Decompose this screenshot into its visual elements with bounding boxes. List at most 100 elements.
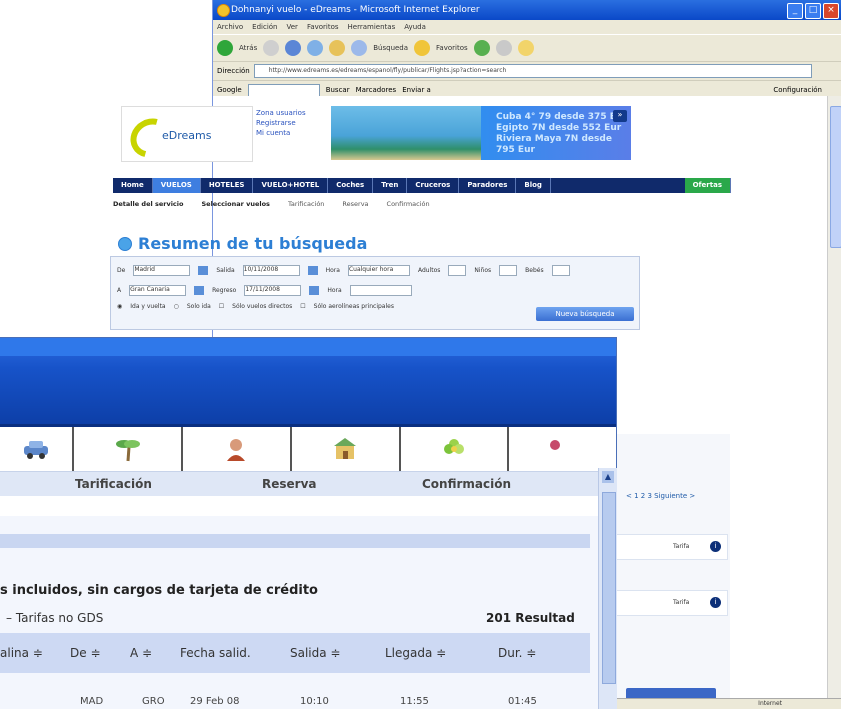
cell-duration: 01:45 [508, 696, 537, 707]
refresh-icon[interactable] [307, 40, 324, 56]
folder-icon[interactable] [517, 40, 534, 56]
nav-vuelo-hotel[interactable]: VUELO+HOTEL [253, 178, 329, 193]
col-duration[interactable]: Dur. ≑ [498, 646, 536, 660]
bullet-icon [118, 236, 132, 251]
results-scroll-thumb[interactable] [602, 492, 616, 684]
google-item-marcadores[interactable]: Marcadores [356, 86, 397, 94]
tab-spa[interactable] [183, 427, 292, 471]
offers-banner[interactable]: Cuba 4° 79 desde 375 Eur Egipto 7N desde… [331, 106, 631, 160]
stop-icon[interactable] [285, 40, 302, 56]
children-select[interactable] [499, 265, 518, 276]
tab-beach[interactable] [74, 427, 184, 471]
roundtrip-radio[interactable]: ◉ [117, 303, 122, 310]
tab-hotels[interactable] [292, 427, 401, 471]
offer-2: Egipto 7N desde 552 Eur [496, 123, 622, 133]
menu-edicion[interactable]: Edición [252, 20, 277, 34]
minimize-button[interactable]: _ [787, 3, 803, 19]
back-icon[interactable] [217, 40, 233, 56]
browser-toolbar: Atrás Búsqueda Favoritos [213, 34, 841, 61]
lowcost-checkbox[interactable]: ☐ [300, 303, 305, 310]
children-label: Niños [474, 267, 492, 274]
results-pager[interactable]: < 1 2 3 Siguiente > [606, 434, 730, 500]
home-icon[interactable] [329, 40, 346, 56]
hotel-icon [334, 438, 357, 459]
table-row[interactable]: MAD GRO 29 Feb 08 10:10 11:55 01:45 [0, 696, 590, 709]
col-arrival[interactable]: Llegada ≑ [385, 646, 446, 660]
fare-card-1[interactable]: Tarifa i [616, 534, 728, 560]
info-icon[interactable]: i [710, 541, 721, 552]
to-input[interactable]: Gran Canaria [129, 285, 187, 296]
col-to[interactable]: A ≑ [130, 646, 152, 660]
site-logo[interactable]: eDreams [121, 106, 253, 165]
results-scrollbar[interactable]: ▲ [598, 468, 617, 709]
menu-ayuda[interactable]: Ayuda [404, 20, 426, 34]
menu-favoritos[interactable]: Favoritos [307, 20, 339, 34]
col-departure[interactable]: Salida ≑ [290, 646, 340, 660]
google-item-config[interactable]: Configuración [773, 86, 822, 94]
banner-close-icon[interactable]: » [613, 110, 627, 122]
nav-tren[interactable]: Tren [373, 178, 408, 193]
beach-image [331, 106, 481, 160]
tab-more[interactable] [509, 427, 616, 471]
history-icon[interactable] [473, 40, 490, 56]
nav-vuelos[interactable]: VUELOS [152, 178, 201, 193]
search-icon[interactable] [351, 40, 368, 56]
to-calendar-icon[interactable] [194, 286, 205, 295]
return-time-label: Hora [327, 287, 342, 294]
nav-blog[interactable]: Blog [516, 178, 551, 193]
nav-home[interactable]: Home [113, 178, 153, 193]
tab-activities[interactable] [401, 427, 510, 471]
col-from[interactable]: De ≑ [70, 646, 101, 660]
tab-cars[interactable] [0, 427, 75, 471]
adults-select[interactable] [448, 265, 467, 276]
oneway-radio[interactable]: ○ [174, 303, 179, 310]
lowcost-label: Sólo aerolíneas principales [313, 303, 394, 310]
forward-icon[interactable] [263, 40, 280, 56]
maximize-button[interactable]: □ [805, 3, 821, 19]
return-calendar-icon[interactable] [309, 286, 320, 295]
palm-tree-icon [115, 440, 140, 462]
nav-ofertas[interactable]: Ofertas [684, 178, 731, 193]
browser-scrollbar[interactable] [827, 96, 841, 709]
info-icon[interactable]: i [710, 597, 721, 608]
main-nav: Home VUELOS HOTELES VUELO+HOTEL Coches T… [113, 178, 731, 193]
direct-checkbox[interactable]: ☐ [219, 303, 224, 310]
from-calendar-icon[interactable] [198, 266, 209, 275]
menu-herramientas[interactable]: Herramientas [348, 20, 396, 34]
return-time-select[interactable] [349, 285, 412, 296]
header-link-zona[interactable]: Zona usuarios [256, 108, 306, 118]
google-item-enviar[interactable]: Enviar a [402, 86, 431, 94]
google-search-input[interactable] [247, 83, 320, 97]
nav-paradores[interactable]: Paradores [459, 178, 517, 193]
menu-archivo[interactable]: Archivo [217, 20, 243, 34]
close-button[interactable]: × [823, 3, 839, 19]
mail-icon[interactable] [495, 40, 512, 56]
col-airline[interactable]: alina ≑ [0, 646, 43, 660]
new-search-button[interactable]: Nueva búsqueda [536, 307, 634, 321]
fare-card-2[interactable]: Tarifa i [616, 590, 728, 616]
menu-ver[interactable]: Ver [287, 20, 298, 34]
depart-input[interactable]: 10/11/2008 [242, 265, 300, 276]
banner-offers: Cuba 4° 79 desde 375 Eur Egipto 7N desde… [496, 112, 631, 156]
header-stripe [0, 338, 616, 356]
favorites-icon[interactable] [414, 40, 431, 56]
from-input[interactable]: Madrid [133, 265, 191, 276]
nav-hoteles[interactable]: HOTELES [201, 178, 254, 193]
time-value: Cualquier hora [348, 266, 394, 273]
address-input[interactable]: http://www.edreams.es/edreams/espanol/fl… [253, 64, 812, 78]
search-form: De Madrid Salida 10/11/2008 Hora Cualqui… [110, 256, 640, 330]
scroll-up-icon[interactable]: ▲ [602, 471, 614, 483]
non-gds-fares-link[interactable]: – Tarifas no GDS [6, 611, 103, 625]
nav-cruceros[interactable]: Cruceros [407, 178, 460, 193]
google-item-buscar[interactable]: Buscar [326, 86, 350, 94]
babies-select[interactable] [551, 265, 570, 276]
time-select[interactable]: Cualquier hora [347, 265, 410, 276]
header-link-registro[interactable]: Registrarse [256, 118, 306, 128]
step-reserva-large: Reserva [262, 477, 317, 491]
depart-label: Salida [216, 267, 235, 274]
depart-calendar-icon[interactable] [307, 266, 318, 275]
nav-coches[interactable]: Coches [328, 178, 374, 193]
return-input[interactable]: 17/11/2008 [244, 285, 302, 296]
header-link-cuenta[interactable]: Mi cuenta [256, 128, 306, 138]
browser-scroll-thumb[interactable] [830, 106, 841, 248]
